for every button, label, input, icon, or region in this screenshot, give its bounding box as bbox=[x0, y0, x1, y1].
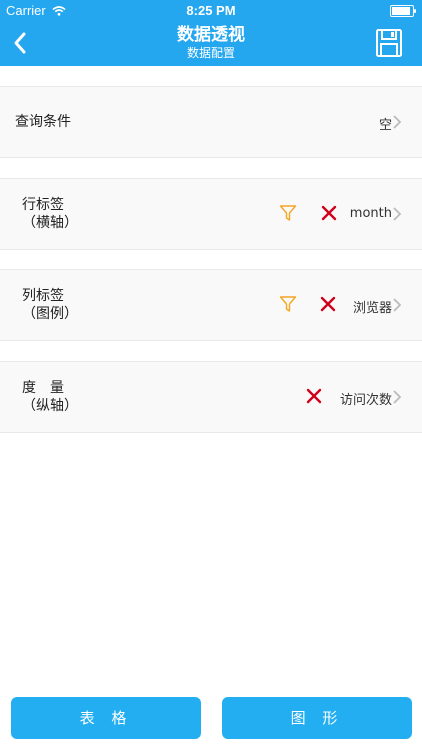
measure-value: 访问次数 bbox=[339, 393, 392, 408]
row-label-row[interactable]: 行标签 （横轴） month bbox=[0, 178, 422, 250]
clock: 8:25 PM bbox=[186, 3, 236, 18]
status-bar: Carrier 8:25 PM bbox=[0, 0, 422, 20]
chevron-right-icon bbox=[393, 298, 402, 312]
save-button[interactable] bbox=[376, 29, 402, 57]
save-icon bbox=[376, 29, 402, 57]
filter-icon[interactable] bbox=[279, 204, 297, 222]
query-condition-value: 空 bbox=[378, 118, 392, 133]
column-label-row[interactable]: 列标签 （图例） 浏览器 bbox=[0, 269, 422, 341]
query-condition-label: 查询条件 bbox=[15, 114, 71, 130]
column-label-label: 列标签 （图例） bbox=[22, 287, 78, 323]
delete-icon[interactable] bbox=[320, 296, 336, 312]
measure-title: 度 量 bbox=[22, 380, 64, 396]
chart-button[interactable]: 图 形 bbox=[222, 697, 412, 739]
chevron-right-icon bbox=[393, 207, 402, 221]
measure-axis: （纵轴） bbox=[22, 398, 78, 414]
measure-row[interactable]: 度 量 （纵轴） 访问次数 bbox=[0, 361, 422, 433]
row-label-label: 行标签 （横轴） bbox=[22, 196, 78, 232]
filter-icon[interactable] bbox=[279, 295, 297, 313]
page-subtitle: 数据配置 bbox=[186, 46, 235, 60]
row-label-axis: （横轴） bbox=[22, 215, 78, 231]
chevron-right-icon bbox=[393, 390, 402, 404]
chevron-right-icon bbox=[393, 115, 402, 129]
page-title: 数据透视 bbox=[177, 25, 245, 45]
column-label-value: 浏览器 bbox=[352, 301, 392, 316]
delete-icon[interactable] bbox=[321, 205, 337, 221]
table-button[interactable]: 表 格 bbox=[11, 697, 201, 739]
query-condition-row[interactable]: 查询条件 空 bbox=[0, 86, 422, 158]
battery-icon bbox=[390, 5, 416, 17]
measure-label: 度 量 （纵轴） bbox=[22, 379, 78, 415]
row-label-value: month bbox=[349, 206, 392, 221]
column-label-title: 列标签 bbox=[22, 288, 64, 304]
row-label-title: 行标签 bbox=[22, 197, 64, 213]
nav-header: Carrier 8:25 PM 数据透视 数据配置 bbox=[0, 0, 422, 66]
column-label-axis: （图例） bbox=[22, 306, 78, 322]
delete-icon[interactable] bbox=[306, 388, 322, 404]
